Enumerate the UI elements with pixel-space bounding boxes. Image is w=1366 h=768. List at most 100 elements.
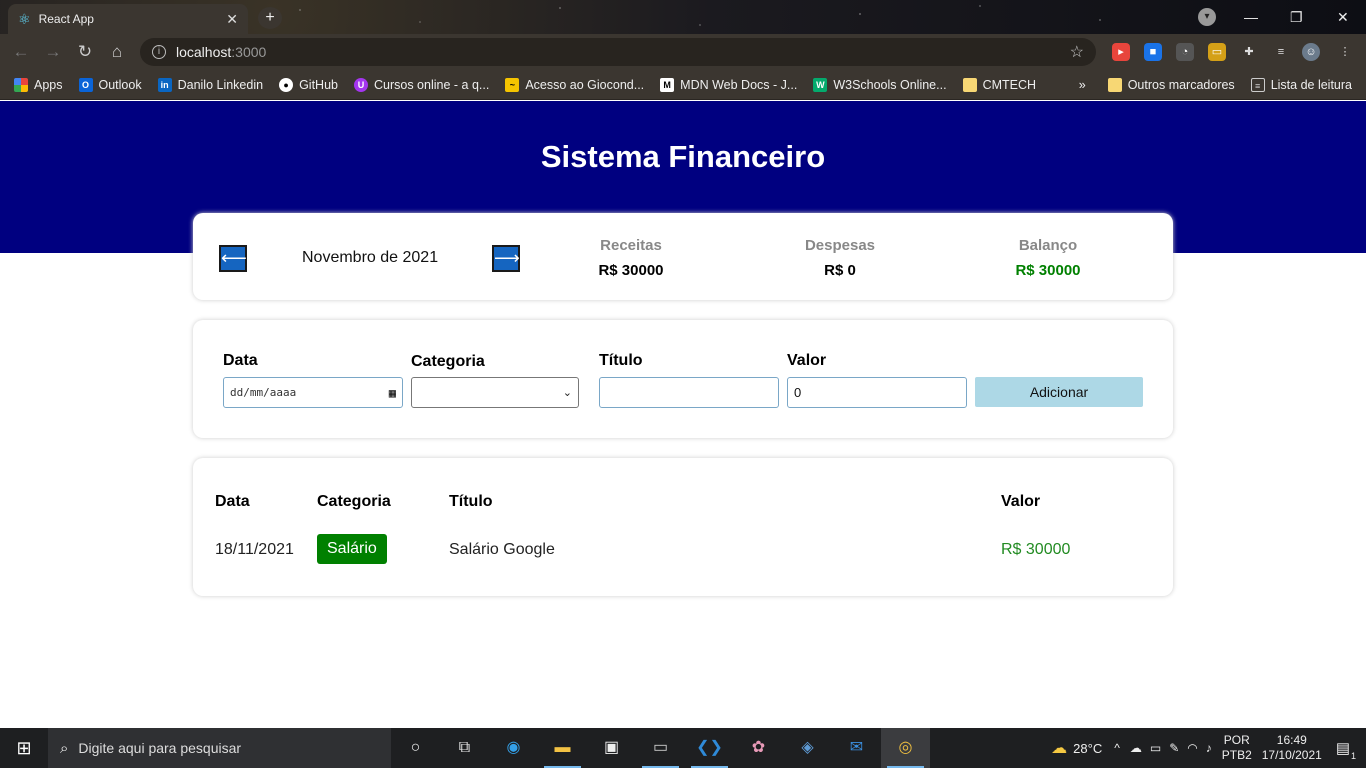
bookmark-cmtech[interactable]: CMTECH [962,77,1036,92]
edge-icon[interactable]: ◉ [489,728,538,768]
reading-list-icon: ≡ [1250,78,1265,92]
language-code: POR [1223,733,1250,747]
taskbar-search-placeholder: Digite aqui para pesquisar [78,740,242,756]
home-icon[interactable]: ⌂ [102,37,132,67]
bookmark-star-icon[interactable]: ☆ [1070,42,1084,62]
media-control-icon[interactable]: ≡ [1272,43,1290,61]
chrome-menu-icon[interactable]: ⋮ [1336,43,1354,61]
balance-label: Balanço [1018,237,1078,254]
battery-icon[interactable]: ▭ [1150,741,1161,755]
other-bookmarks-folder[interactable]: Outros marcadores [1107,78,1235,92]
notifications-icon[interactable]: ▤ 1 [1336,739,1356,761]
site-info-icon[interactable]: i [152,45,166,59]
bookmark-w3schools[interactable]: W W3Schools Online... [813,77,947,92]
chevron-down-icon: ⌄ [562,387,572,399]
income-value: R$ 30000 [598,262,664,279]
terminal-icon[interactable]: ▭ [636,728,685,768]
profile-avatar[interactable]: ☺ [1302,43,1320,61]
paint-icon[interactable]: ✿ [734,728,783,768]
folder-icon [962,77,977,92]
vscode-icon[interactable]: ❮❯ [685,728,734,768]
extensions-puzzle-icon[interactable]: ✚ [1240,43,1258,61]
clock-time: 16:49 [1276,733,1307,747]
extension-gauge-icon[interactable]: ◔ [1176,43,1194,61]
profile-menu-icon[interactable]: ▾ [1198,8,1216,26]
bookmark-linkedin[interactable]: in Danilo Linkedin [157,77,263,92]
value-input[interactable]: 0 [787,377,967,408]
income-label: Receitas [600,237,662,254]
language-indicator[interactable]: POR PTB2 [1222,733,1252,763]
wifi-icon[interactable]: ◠ [1187,741,1197,755]
extension-youtube-icon[interactable]: ▸ [1112,43,1130,61]
date-input[interactable]: dd/mm/aaaa ▦ [223,377,403,408]
weather-icon[interactable]: ☁ [1051,738,1067,758]
bookmarks-right: » Outros marcadores ≡ Lista de leitura [1079,70,1366,100]
bookmarks-bar: Apps O Outlook in Danilo Linkedin ● GitH… [0,70,1366,100]
add-entry-card: Data dd/mm/aaaa ▦ Categoria ⌄ Título Val… [193,320,1173,438]
bookmark-github[interactable]: ● GitHub [279,77,338,92]
browser-titlebar: ⚛ React App ✕ + ▾ — ❐ ✕ [0,0,1366,34]
minimize-button[interactable]: — [1244,0,1258,34]
windows-start-icon[interactable]: ⊞ [0,728,48,768]
pen-icon[interactable]: ✎ [1169,741,1179,755]
taskbar: ⊞ ⌕ Digite aqui para pesquisar ○ ⧉ ◉ ▬ ▣… [0,728,1366,768]
weather-temp[interactable]: 28°C [1073,741,1102,756]
store-icon[interactable]: ▣ [587,728,636,768]
bookmark-apps[interactable]: Apps [14,77,63,92]
bookmark-outlook[interactable]: O Outlook [78,77,142,92]
browser-tab[interactable]: ⚛ React App ✕ [8,4,248,34]
page-title: Sistema Financeiro [540,139,826,174]
close-window-button[interactable]: ✕ [1337,0,1349,34]
category-select[interactable]: ⌄ [411,377,579,408]
title-input[interactable] [599,377,779,408]
mail-icon[interactable]: ✉ [832,728,881,768]
udemy-icon: U [353,77,368,92]
volume-icon[interactable]: ♪ [1206,741,1212,755]
tab-close-icon[interactable]: ✕ [226,11,238,28]
date-placeholder: dd/mm/aaaa [230,386,297,399]
file-explorer-icon[interactable]: ▬ [538,728,587,768]
url-host: localhost [176,44,232,60]
bookmark-udemy[interactable]: U Cursos online - a q... [353,77,489,92]
system-tray: ☁ 28°C ^ ☁ ▭ ✎ ◠ ♪ POR PTB2 16:49 17/10/… [1051,728,1366,768]
prev-month-button[interactable]: ⟵ [219,245,247,272]
react-icon: ⚛ [18,10,31,27]
reading-list[interactable]: ≡ Lista de leitura [1250,78,1352,92]
column-header-value: Valor [1001,493,1041,510]
value-label: Valor [787,352,827,369]
add-button[interactable]: Adicionar [975,377,1143,407]
bookmark-mdn[interactable]: M MDN Web Docs - J... [660,77,797,92]
extension-bookmark-icon[interactable]: ■ [1144,43,1162,61]
task-view-icon[interactable]: ⧉ [440,728,489,768]
back-icon[interactable]: ← [6,37,36,67]
mdn-icon: M [660,77,675,92]
bookmark-site-icon: ~ [505,77,520,92]
search-icon: ⌕ [60,739,69,757]
balance-summary: Balanço R$ 30000 [978,237,1118,279]
address-bar[interactable]: i localhost :3000 ☆ [140,38,1096,66]
reload-icon[interactable]: ↻ [70,37,100,67]
next-month-button[interactable]: ⟶ [492,245,520,272]
extension-folder-icon[interactable]: ▭ [1208,43,1226,61]
balance-value: R$ 30000 [1015,262,1081,279]
current-month: Novembro de 2021 [302,249,439,266]
income-summary: Receitas R$ 30000 [561,237,701,279]
arrow-left-icon: ⟵ [221,248,247,268]
clock[interactable]: 16:49 17/10/2021 [1262,733,1322,763]
expense-summary: Despesas R$ 0 [770,237,910,279]
cortana-icon[interactable]: ○ [391,728,440,768]
chrome-icon[interactable]: ◎ [881,728,930,768]
tray-expand-icon[interactable]: ^ [1114,741,1120,755]
taskbar-search[interactable]: ⌕ Digite aqui para pesquisar [48,728,391,768]
forward-icon[interactable]: → [38,37,68,67]
bookmark-giocond[interactable]: ~ Acesso ao Giocond... [505,77,644,92]
row-date: 18/11/2021 [215,541,294,558]
mysql-workbench-icon[interactable]: ◈ [783,728,832,768]
title-label: Título [599,352,643,369]
new-tab-button[interactable]: + [258,7,282,29]
calendar-icon[interactable]: ▦ [389,386,396,400]
tab-title: React App [38,12,94,26]
bookmarks-overflow-icon[interactable]: » [1079,78,1086,92]
onedrive-icon[interactable]: ☁ [1130,741,1142,755]
restore-button[interactable]: ❐ [1290,0,1303,34]
